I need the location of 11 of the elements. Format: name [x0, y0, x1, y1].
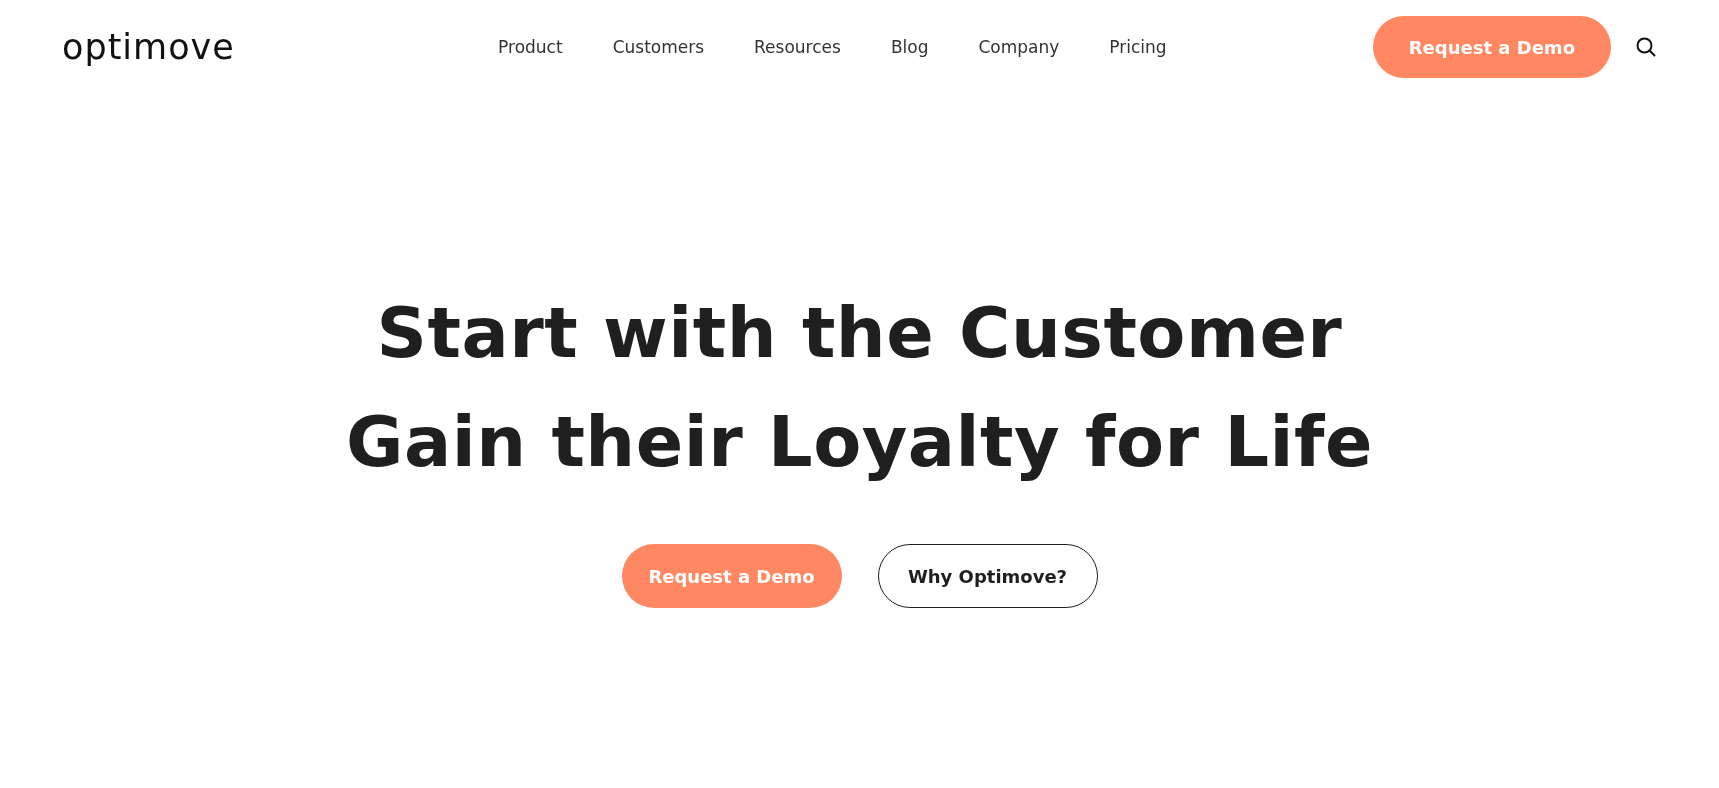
nav-link[interactable]: Company [978, 37, 1060, 57]
nav-link[interactable]: Blog [890, 37, 929, 57]
nav-link[interactable]: Pricing [1109, 37, 1167, 57]
search-icon[interactable] [1635, 36, 1657, 58]
nav-link[interactable]: Customers [612, 37, 705, 57]
nav-link[interactable]: Product [498, 37, 563, 57]
headline: Gain their Loyalty for Life [346, 399, 1373, 485]
headline: Start with the Customer [375, 291, 1344, 376]
nav-link[interactable]: Resources [754, 37, 841, 57]
why-optimove-button[interactable]: Why Optimove? [877, 544, 1098, 608]
logo[interactable]: optimove [62, 27, 442, 67]
